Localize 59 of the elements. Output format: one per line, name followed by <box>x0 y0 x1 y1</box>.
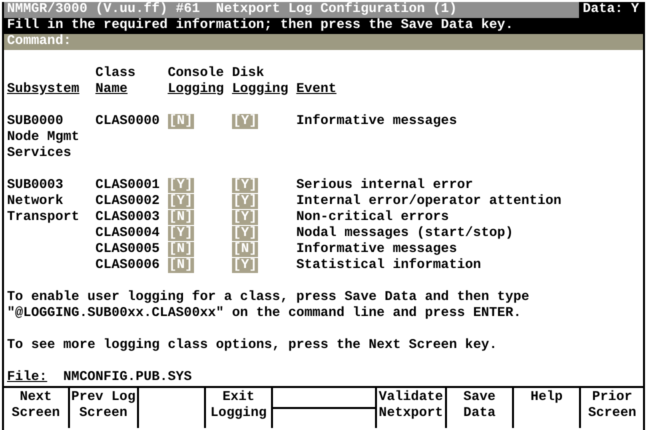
column-header: Class <box>95 66 136 81</box>
subsystem-text: Node Mgmt <box>7 130 80 145</box>
class-name: CLAS0003 <box>95 210 160 225</box>
command-field[interactable]: Command: <box>4 34 643 50</box>
column-header: Disk <box>232 66 264 81</box>
instruction-text: To see more logging class options, press the Next Screen key. <box>6 338 498 354</box>
disk-logging-field[interactable]: [Y] <box>232 178 258 193</box>
function-key[interactable]: Next Screen <box>4 388 70 428</box>
console-logging-field[interactable]: [N] <box>168 258 194 273</box>
function-key[interactable]: Save Data <box>447 388 514 428</box>
file-name: NMCONFIG.PUB.SYS <box>63 370 192 386</box>
function-key[interactable]: Prior Screen <box>581 388 643 428</box>
disk-logging-field[interactable]: [N] <box>232 242 258 257</box>
column-header: Name <box>95 82 128 97</box>
subsystem-text: SUB0003 <box>7 178 64 193</box>
event-text: Serious internal error <box>296 178 474 193</box>
function-key[interactable]: Validate Netxport <box>376 388 448 428</box>
disk-logging-field[interactable]: [Y] <box>232 210 258 225</box>
disk-logging-field[interactable]: [Y] <box>232 258 258 273</box>
subsystem-text: Services <box>7 146 72 161</box>
column-header: Event <box>296 82 336 97</box>
subsystem-text: Transport <box>7 210 80 225</box>
file-label: File: <box>6 370 48 386</box>
class-name: CLAS0005 <box>95 242 160 257</box>
event-text: Internal error/operator attention <box>296 194 562 209</box>
column-header: Console <box>168 66 224 81</box>
function-key[interactable]: Help <box>514 388 582 428</box>
event-text: Nodal messages (start/stop) <box>296 226 514 241</box>
class-name: CLAS0002 <box>95 194 160 209</box>
function-key[interactable]: Prev Log Screen <box>70 388 140 428</box>
column-header: Logging <box>168 82 224 97</box>
class-name: CLAS0001 <box>95 178 160 193</box>
event-text: Informative messages <box>296 114 457 129</box>
data-flag: Data: Y <box>578 2 643 18</box>
console-logging-field[interactable]: [Y] <box>168 226 194 241</box>
disk-logging-field[interactable]: [Y] <box>232 114 258 129</box>
console-logging-field[interactable]: [N] <box>168 242 194 257</box>
class-name: CLAS0006 <box>95 258 160 273</box>
event-text: Statistical information <box>296 258 482 273</box>
function-key[interactable]: Exit Logging <box>206 388 274 428</box>
column-header: Logging <box>232 82 288 97</box>
console-logging-field[interactable]: [N] <box>168 114 194 129</box>
instruction-text: "@LOGGING.SUB00xx.CLAS00xx" on the command line and press ENTER. <box>6 306 522 322</box>
console-logging-field[interactable]: [N] <box>168 210 194 225</box>
column-header: Subsystem <box>7 82 80 97</box>
class-name: CLAS0004 <box>95 226 160 241</box>
subsystem-text: Network <box>7 194 64 209</box>
subsystem-text: SUB0000 <box>7 114 64 129</box>
disk-logging-field[interactable]: [Y] <box>232 194 258 209</box>
disk-logging-field[interactable]: [Y] <box>232 226 258 241</box>
function-key[interactable] <box>273 388 377 428</box>
event-text: Non-critical errors <box>296 210 449 225</box>
console-logging-field[interactable]: [Y] <box>168 194 194 209</box>
console-logging-field[interactable]: [Y] <box>168 178 194 193</box>
instruction-text: To enable user logging for a class, press Save Data and then type <box>6 290 530 306</box>
status-message: Fill in the required information; then press the Save Data key. <box>4 18 643 34</box>
event-text: Informative messages <box>296 242 457 257</box>
window-title: NMMGR/3000 (V.uu.ff) #61 Netxport Log Configuration (1) <box>6 2 457 18</box>
class-name: CLAS0000 <box>95 114 160 129</box>
